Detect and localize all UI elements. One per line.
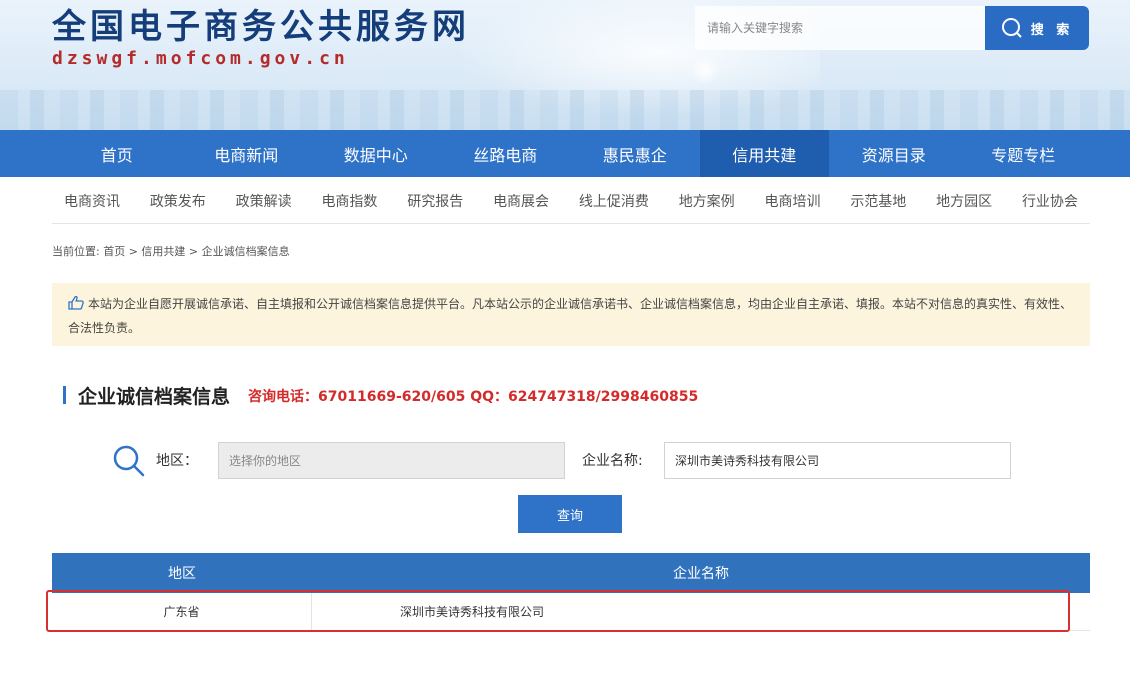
- region-label: 地区：: [156, 453, 198, 469]
- region-select[interactable]: 选择你的地区: [218, 442, 565, 479]
- sub-nav-item[interactable]: 线上促消费: [579, 191, 649, 211]
- main-nav-item-benefits[interactable]: 惠民惠企: [570, 130, 700, 177]
- contact-info: 咨询电话：67011669-620/605 QQ：624747318/29984…: [248, 389, 699, 405]
- sub-nav-item[interactable]: 电商培训: [765, 191, 821, 211]
- sub-nav: 电商资讯 政策发布 政策解读 电商指数 研究报告 电商展会 线上促消费 地方案例…: [52, 178, 1090, 224]
- main-nav-item-home[interactable]: 首页: [52, 130, 182, 177]
- main-nav-item-topics[interactable]: 专题专栏: [959, 130, 1089, 177]
- table-header: 地区 企业名称: [52, 553, 1090, 593]
- hand-pointer-icon: [68, 295, 84, 317]
- sub-nav-item[interactable]: 电商展会: [493, 191, 549, 211]
- search-icon: [1001, 18, 1022, 38]
- main-nav-item-credit[interactable]: 信用共建: [699, 130, 829, 177]
- notice-box: 本站为企业自愿开展诚信承诺、自主填报和公开诚信档案信息提供平台。凡本站公示的企业…: [52, 283, 1090, 346]
- sub-nav-item[interactable]: 地方园区: [936, 191, 992, 211]
- main-nav-item-news[interactable]: 电商新闻: [182, 130, 312, 177]
- results-table: 地区 企业名称 广东省 深圳市美诗秀科技有限公司: [52, 553, 1090, 631]
- banner-sparkle: [690, 55, 720, 85]
- section-accent-bar: [63, 386, 66, 404]
- breadcrumb: 当前位置: 首页 > 信用共建 > 企业诚信档案信息: [52, 245, 290, 258]
- company-label: 企业名称:: [582, 453, 643, 469]
- site-header: 全国电子商务公共服务网 dzswgf.mofcom.gov.cn 搜 索: [0, 0, 1130, 130]
- main-nav: 首页 电商新闻 数据中心 丝路电商 惠民惠企 信用共建 资源目录 专题专栏: [0, 130, 1130, 177]
- site-domain: dzswgf.mofcom.gov.cn: [52, 48, 349, 69]
- site-search-label: 搜 索: [1030, 22, 1074, 38]
- cell-company[interactable]: 深圳市美诗秀科技有限公司: [312, 593, 1090, 630]
- sub-nav-item[interactable]: 电商指数: [321, 191, 377, 211]
- main-nav-item-resources[interactable]: 资源目录: [829, 130, 959, 177]
- main-nav-item-data[interactable]: 数据中心: [311, 130, 441, 177]
- company-name-input[interactable]: [664, 442, 1011, 479]
- query-button[interactable]: 查询: [518, 495, 622, 533]
- main-nav-item-silk-road[interactable]: 丝路电商: [441, 130, 571, 177]
- notice-text: 本站为企业自愿开展诚信承诺、自主填报和公开诚信档案信息提供平台。凡本站公示的企业…: [68, 297, 1073, 335]
- banner-skyline: [0, 90, 1130, 130]
- cell-region: 广东省: [52, 593, 312, 630]
- site-search-button[interactable]: 搜 索: [985, 6, 1089, 50]
- site-search-input[interactable]: [695, 6, 985, 50]
- region-placeholder: 选择你的地区: [229, 454, 302, 468]
- sub-nav-item[interactable]: 电商资讯: [64, 191, 120, 211]
- sub-nav-item[interactable]: 示范基地: [850, 191, 906, 211]
- section-header: 企业诚信档案信息 咨询电话：67011669-620/605 QQ：624747…: [63, 384, 699, 408]
- sub-nav-item[interactable]: 地方案例: [679, 191, 735, 211]
- column-header-region: 地区: [168, 566, 196, 582]
- site-title[interactable]: 全国电子商务公共服务网: [52, 6, 470, 48]
- sub-nav-item[interactable]: 研究报告: [407, 191, 463, 211]
- sub-nav-item[interactable]: 政策发布: [150, 191, 206, 211]
- sub-nav-item[interactable]: 行业协会: [1022, 191, 1078, 211]
- section-title: 企业诚信档案信息: [78, 385, 231, 408]
- search-icon: [112, 444, 146, 482]
- column-header-company: 企业名称: [673, 566, 729, 582]
- sub-nav-item[interactable]: 政策解读: [236, 191, 292, 211]
- table-row[interactable]: 广东省 深圳市美诗秀科技有限公司: [52, 593, 1090, 631]
